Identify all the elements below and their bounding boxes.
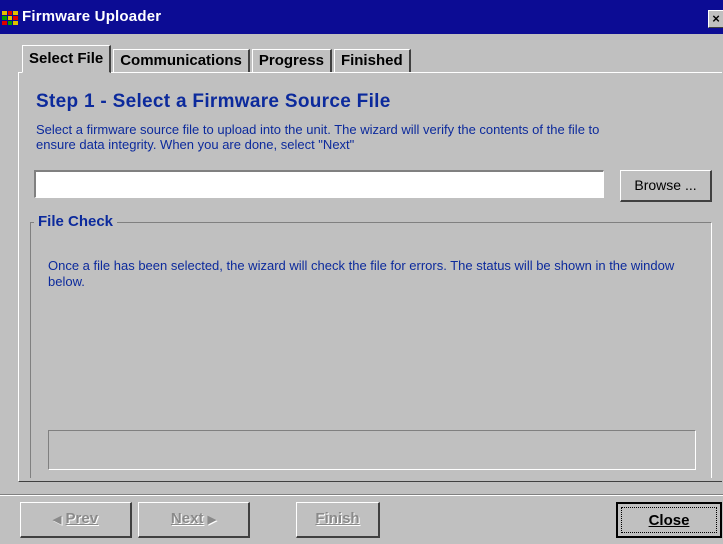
file-check-label: File Check: [34, 213, 118, 230]
step-description: Select a firmware source file to upload …: [36, 122, 600, 152]
tab-strip: Select File Communications Progress Fini…: [22, 45, 413, 73]
app-icon: [2, 11, 18, 25]
browse-button[interactable]: Browse ...: [620, 170, 712, 202]
prev-label: Prev: [65, 510, 99, 527]
footer-divider: [0, 494, 723, 496]
prev-arrow-icon: ◀: [52, 514, 62, 526]
step-title: Step 1 - Select a Firmware Source File: [36, 91, 391, 112]
finish-label: Finish: [315, 510, 360, 527]
window-title: Firmware Uploader: [22, 8, 162, 25]
finish-button[interactable]: Finish: [296, 502, 380, 538]
file-check-status-box: [48, 430, 696, 470]
next-label: Next: [170, 510, 204, 527]
file-check-text: Once a file has been selected, the wizar…: [48, 258, 675, 289]
tab-communications[interactable]: Communications: [113, 49, 250, 72]
next-arrow-icon: ▶: [207, 514, 217, 526]
close-focus-rect: Close: [621, 507, 717, 533]
next-button[interactable]: Next ▶: [138, 502, 250, 538]
title-bar: Firmware Uploader ×: [0, 0, 723, 34]
tab-progress[interactable]: Progress: [251, 49, 332, 72]
prev-button[interactable]: ◀ Prev: [20, 502, 132, 538]
tab-select-file[interactable]: Select File: [22, 45, 112, 73]
close-icon[interactable]: ×: [708, 10, 723, 28]
file-path-input[interactable]: [34, 170, 604, 198]
close-button[interactable]: Close: [616, 502, 722, 538]
tab-finished[interactable]: Finished: [333, 49, 411, 72]
close-label: Close: [648, 512, 690, 529]
